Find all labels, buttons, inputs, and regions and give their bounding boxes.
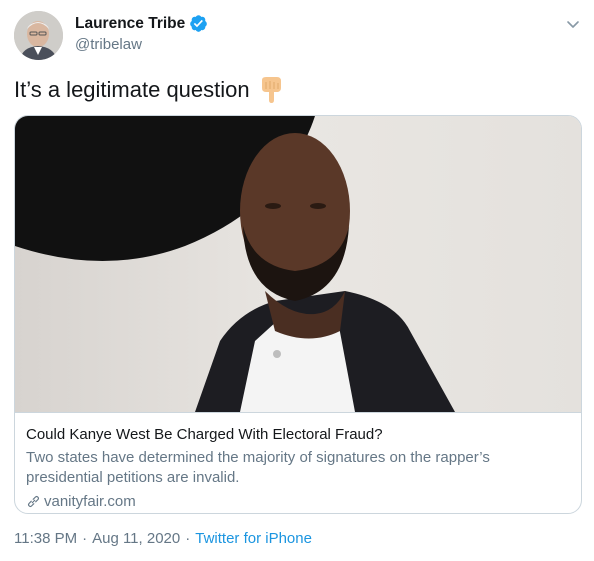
avatar[interactable] [14, 11, 63, 60]
card-description: Two states have determined the majority … [26, 449, 490, 486]
backhand-index-pointing-down-icon [258, 76, 284, 104]
card-domain[interactable]: vanityfair.com [26, 493, 570, 510]
author-handle[interactable]: @tribelaw [75, 36, 142, 53]
meta-separator: · [82, 530, 88, 547]
chevron-down-icon[interactable] [565, 16, 581, 32]
author-name-row[interactable]: Laurence Tribe [75, 14, 208, 33]
card-domain-text[interactable]: vanityfair.com [44, 493, 136, 510]
tweet-time[interactable]: 11:38 PM [14, 530, 77, 547]
tweet-date[interactable]: Aug 11, 2020 [92, 530, 180, 547]
tweet-text-content: It’s a legitimate question [14, 77, 250, 102]
link-card[interactable]: Could Kanye West Be Charged With Elector… [14, 115, 582, 514]
meta-separator: · [185, 530, 191, 547]
display-name[interactable]: Laurence Tribe [75, 15, 185, 33]
card-title[interactable]: Could Kanye West Be Charged With Elector… [26, 425, 570, 444]
tweet-meta: 11:38 PM · Aug 11, 2020 · Twitter for iP… [14, 530, 312, 547]
card-image[interactable] [15, 116, 581, 412]
verified-badge-icon [189, 14, 208, 33]
tweet-text: It’s a legitimate question [14, 76, 284, 104]
link-icon [26, 494, 41, 509]
tweet-source-link[interactable]: Twitter for iPhone [195, 530, 312, 547]
card-body[interactable]: Could Kanye West Be Charged With Elector… [15, 412, 581, 513]
tweet: Laurence Tribe @tribelaw It’s a legitima… [0, 0, 594, 561]
